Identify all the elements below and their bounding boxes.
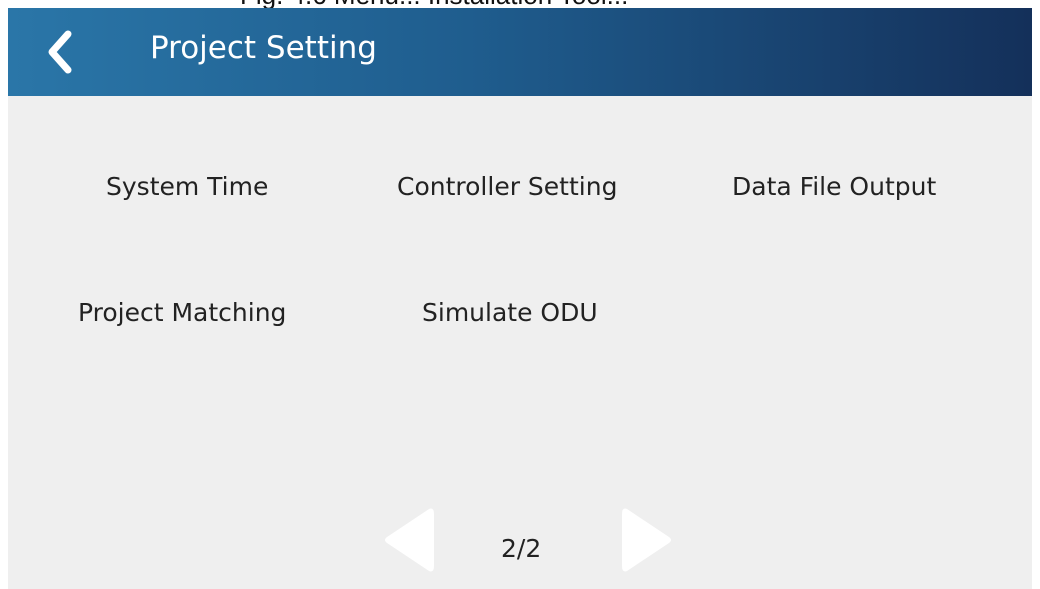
menu-item-project-matching[interactable]: Project Matching xyxy=(78,298,286,327)
menu-item-simulate-odu[interactable]: Simulate ODU xyxy=(422,298,598,327)
menu-item-controller-setting[interactable]: Controller Setting xyxy=(397,172,617,201)
title-bar: Project Setting xyxy=(8,8,1032,96)
menu-item-system-time[interactable]: System Time xyxy=(106,172,268,201)
back-button[interactable] xyxy=(38,26,84,78)
cropped-caption: Fig. 4.6 Menu... Installation Tool... xyxy=(0,0,1040,8)
triangle-left-icon xyxy=(385,508,434,572)
page-indicator: 2/2 xyxy=(501,534,542,563)
prev-page-button[interactable] xyxy=(382,505,436,580)
caption-text: Fig. 4.6 Menu... Installation Tool... xyxy=(240,0,628,8)
device-screen: Project Setting System Time Controller S… xyxy=(8,8,1032,589)
chevron-left-icon xyxy=(48,30,72,74)
next-page-button[interactable] xyxy=(620,505,674,580)
triangle-right-icon xyxy=(622,508,671,572)
menu-item-data-file-output[interactable]: Data File Output xyxy=(732,172,936,201)
page-title: Project Setting xyxy=(150,30,377,66)
